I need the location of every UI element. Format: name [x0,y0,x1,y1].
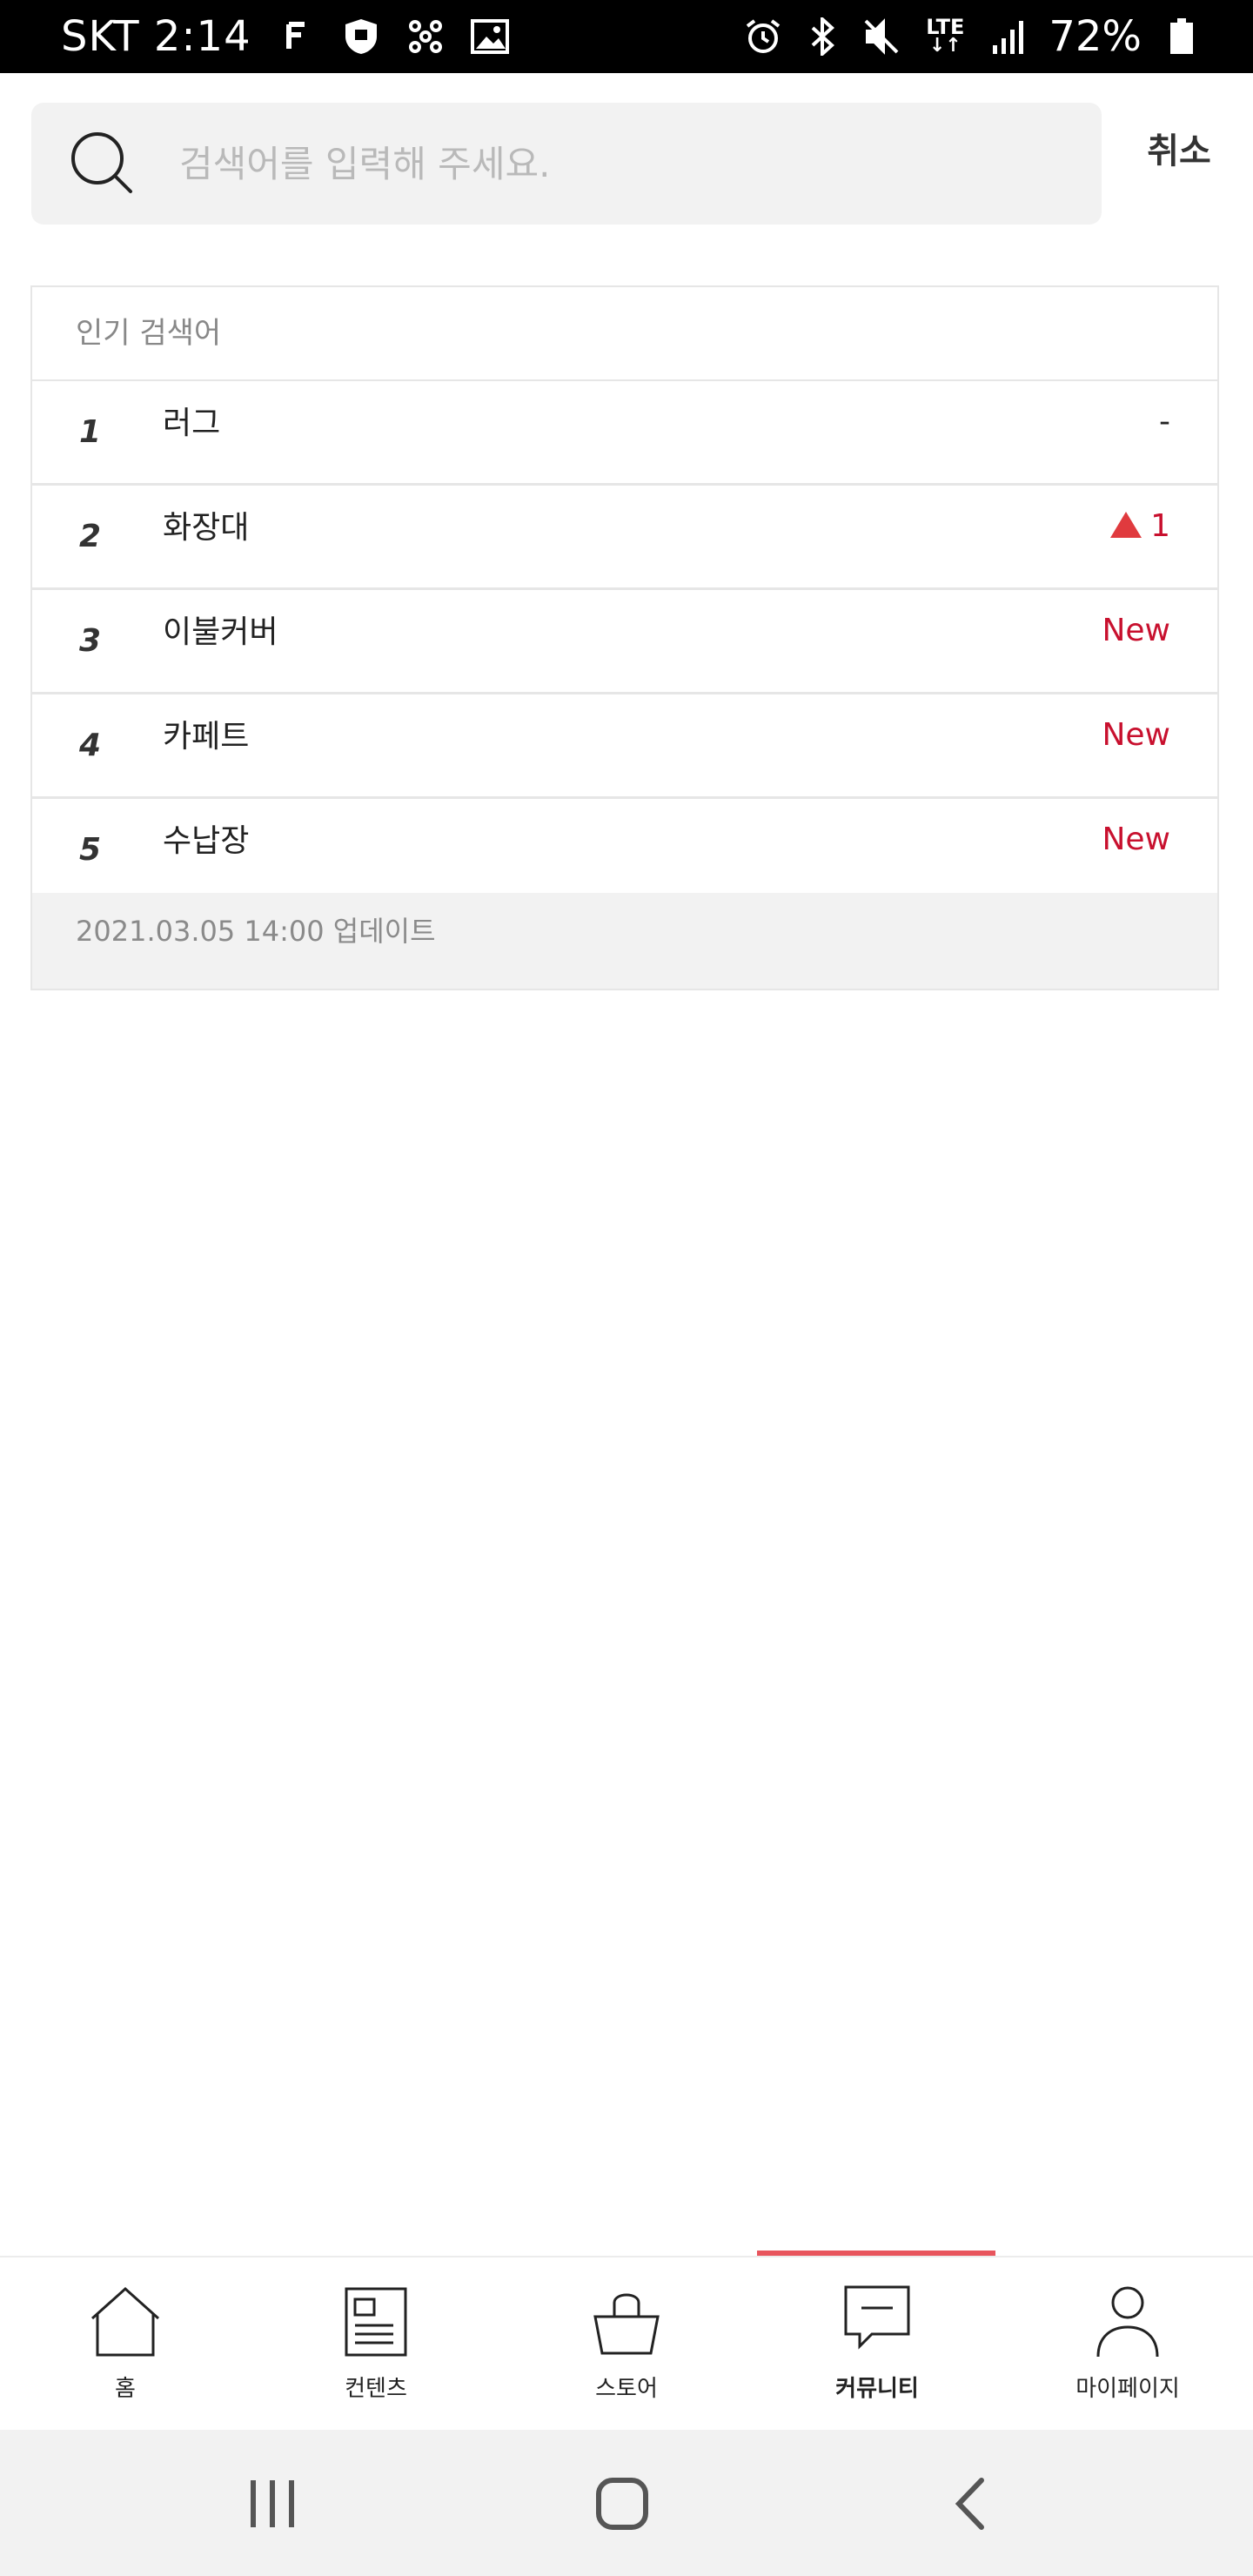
search-input[interactable] [179,103,1084,225]
keyword: 카페트 [163,719,250,755]
bluetooth-icon [803,17,841,56]
network-type: LTE [926,15,965,39]
rank-number: 2 [79,519,102,554]
rank-change-up: 1 [1110,486,1170,587]
battery-icon [1163,17,1201,56]
new-badge: New [1102,822,1170,857]
rank-change-value: 1 [1150,508,1170,544]
nav-label: 마이페이지 [1075,2376,1180,2402]
carrier-and-time: SKT 2:14 [61,12,251,61]
network-nodes-icon [406,17,445,56]
popular-search-item[interactable]: 2 화장대 1 [32,486,1217,590]
keyword: 이불커버 [163,614,278,650]
keyword: 러그 [163,406,221,441]
signal-icon [989,17,1028,56]
search-box[interactable] [31,103,1102,225]
rank-number: 1 [79,414,102,450]
nav-label: 커뮤니티 [835,2376,919,2402]
lte-icon: LTE ↓↑ [921,17,968,56]
nav-home[interactable]: 홈 [0,2257,251,2432]
mute-icon [862,17,901,56]
shield-icon [342,17,380,56]
status-bar-left: SKT 2:14 [61,0,509,73]
status-bar-right: LTE ↓↑ 72% [744,0,1201,73]
home-icon [90,2284,160,2360]
nav-label: 스토어 [595,2376,658,2402]
update-timestamp: 2021.03.05 14:00 업데이트 [32,893,1217,989]
nav-label: 컨텐츠 [345,2376,407,2402]
cancel-button[interactable]: 취소 [1131,124,1227,179]
nav-label: 홈 [115,2376,136,2402]
nav-contents[interactable]: 컨텐츠 [251,2257,501,2432]
rank-up-arrow-icon [1110,512,1142,538]
new-badge: New [1102,613,1170,648]
keyword: 수납장 [163,823,250,859]
nav-store[interactable]: 스토어 [501,2257,752,2432]
clock: 2:14 [153,12,251,61]
status-bar: SKT 2:14 LTE ↓↑ 72% [0,0,1253,73]
image-icon [470,17,509,56]
panel-title: 인기 검색어 [32,287,1217,381]
rank-number: 3 [79,623,102,659]
rank-change: - [1159,404,1170,439]
rank-number: 4 [79,728,102,763]
new-badge: New [1102,717,1170,753]
back-icon[interactable] [933,2465,1011,2543]
keyword: 화장대 [163,510,250,546]
data-arrows-icon: ↓↑ [928,35,962,57]
search-icon [68,129,137,198]
recent-apps-icon[interactable] [233,2465,312,2543]
system-navigation-bar [0,2430,1253,2576]
f-notification-icon [278,17,316,56]
person-icon [1093,2284,1163,2360]
contents-icon [341,2284,411,2360]
basket-icon [592,2284,661,2360]
alarm-icon [744,17,782,56]
popular-search-item[interactable]: 1 러그 - [32,381,1217,486]
popular-search-item[interactable]: 4 카페트 New [32,694,1217,799]
carrier-label: SKT [61,12,140,61]
popular-searches-panel: 인기 검색어 1 러그 - 2 화장대 1 3 이불커버 New 4 카페트 N… [30,285,1219,990]
battery-percent: 72% [1049,12,1142,61]
bottom-navigation: 홈 컨텐츠 스토어 커뮤니티 마이페이지 [0,2256,1253,2432]
chat-icon [842,2284,912,2360]
popular-search-item[interactable]: 3 이불커버 New [32,590,1217,694]
rank-number: 5 [79,832,102,868]
popular-search-item[interactable]: 5 수납장 New [32,799,1217,903]
nav-mypage[interactable]: 마이페이지 [1002,2257,1253,2432]
nav-community[interactable]: 커뮤니티 [752,2257,1002,2432]
home-circle-icon[interactable] [583,2465,661,2543]
